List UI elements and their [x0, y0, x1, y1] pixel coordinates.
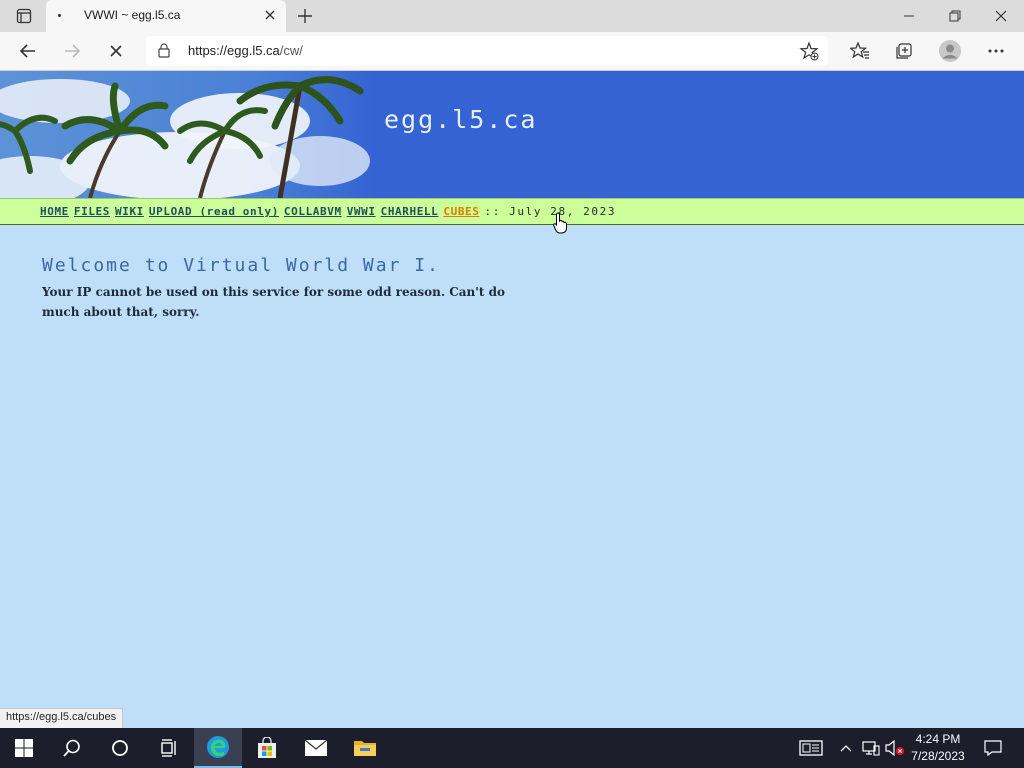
- collections-icon[interactable]: [888, 36, 920, 66]
- restore-button[interactable]: [932, 0, 978, 32]
- minimize-button[interactable]: [886, 0, 932, 32]
- address-bar[interactable]: https://egg.l5.ca/cw/: [146, 36, 828, 66]
- hand-cursor-icon: [553, 212, 569, 238]
- windows-taskbar: 4:24 PM 7/28/2023: [0, 728, 1024, 768]
- palm-trees-image: [0, 71, 372, 198]
- welcome-heading: Welcome to Virtual World War I.: [42, 255, 440, 276]
- favorites-icon[interactable]: [844, 36, 876, 66]
- chevron-up-icon[interactable]: [836, 728, 856, 768]
- new-tab-icon[interactable]: [294, 6, 316, 26]
- nav-files-link[interactable]: FILES: [74, 205, 110, 218]
- mail-taskbar-icon[interactable]: [292, 728, 340, 768]
- address-url[interactable]: https://egg.l5.ca/cw/: [188, 43, 303, 58]
- nav-collabvm-link[interactable]: COLLABVM: [284, 205, 342, 218]
- cortana-icon[interactable]: [96, 728, 144, 768]
- edge-taskbar-icon[interactable]: [194, 728, 242, 768]
- lock-icon[interactable]: [158, 43, 170, 62]
- browser-toolbar: https://egg.l5.ca/cw/: [0, 32, 1024, 71]
- nav-home-link[interactable]: HOME: [40, 205, 69, 218]
- browser-tab[interactable]: VWWI ~ egg.l5.ca: [46, 0, 286, 32]
- browser-title-bar: VWWI ~ egg.l5.ca: [0, 0, 1024, 32]
- task-view-icon[interactable]: [144, 728, 192, 768]
- clock-time: 4:24 PM: [915, 732, 961, 746]
- nav-upload-link[interactable]: UPLOAD (read only): [149, 205, 279, 218]
- forward-button[interactable]: [56, 36, 88, 66]
- stop-loading-button[interactable]: [100, 36, 132, 66]
- nav-charhell-link[interactable]: CHARHELL: [381, 205, 439, 218]
- news-icon[interactable]: [796, 728, 826, 768]
- web-page: egg.l5.ca HOME FILES WIKI UPLOAD (read only…: [0, 71, 1024, 728]
- profile-avatar[interactable]: [934, 36, 966, 66]
- clock-date: 7/28/2023: [911, 749, 965, 763]
- network-icon[interactable]: [860, 728, 882, 768]
- tab-close-icon[interactable]: [262, 7, 278, 23]
- more-options-icon[interactable]: [980, 36, 1012, 66]
- volume-muted-icon[interactable]: [884, 728, 906, 768]
- site-title: egg.l5.ca: [384, 105, 538, 134]
- site-banner: egg.l5.ca: [0, 71, 1024, 198]
- search-icon[interactable]: [48, 728, 96, 768]
- nav-vwwi-link[interactable]: VWWI: [347, 205, 376, 218]
- tab-loading-icon: [58, 14, 61, 17]
- ip-blocked-message: Your IP cannot be used on this service f…: [42, 285, 506, 319]
- close-window-button[interactable]: [978, 0, 1024, 32]
- tab-actions-icon[interactable]: [8, 6, 40, 26]
- status-bar-link-preview: https://egg.l5.ca/cubes: [0, 708, 124, 728]
- nav-date: :: July 28, 2023: [484, 205, 617, 218]
- file-explorer-taskbar-icon[interactable]: [341, 728, 389, 768]
- taskbar-clock[interactable]: 4:24 PM 7/28/2023: [905, 731, 971, 765]
- back-button[interactable]: [12, 36, 44, 66]
- nav-cubes-link[interactable]: CUBES: [443, 205, 479, 218]
- tab-title: VWWI ~ egg.l5.ca: [84, 8, 181, 22]
- site-navbar: HOME FILES WIKI UPLOAD (read only) COLLABVM V…: [0, 198, 1024, 225]
- nav-wiki-link[interactable]: WIKI: [115, 205, 144, 218]
- store-taskbar-icon[interactable]: [243, 728, 291, 768]
- add-favorite-icon[interactable]: [798, 40, 822, 62]
- notifications-icon[interactable]: [978, 728, 1008, 768]
- start-button[interactable]: [0, 728, 48, 768]
